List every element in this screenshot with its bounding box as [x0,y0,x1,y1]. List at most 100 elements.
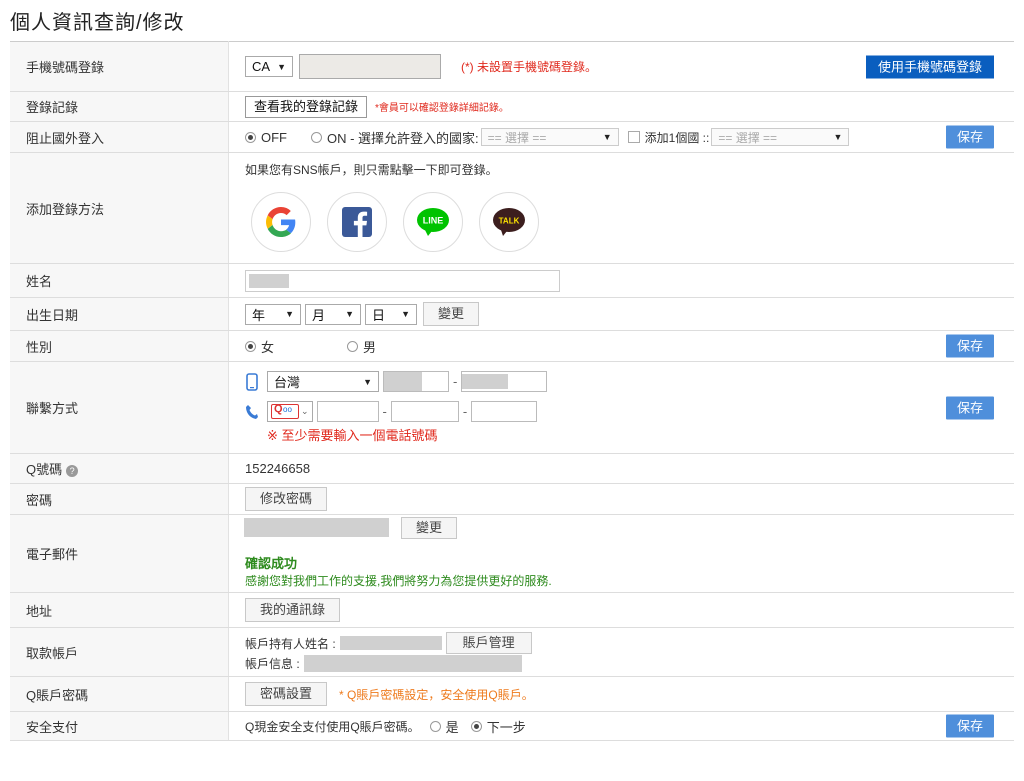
additional-country-select[interactable]: == 選擇 == ▼ [711,128,850,146]
phone-type-select[interactable]: Qoo ⌄ [267,401,313,422]
mobile-phone-icon [246,372,258,391]
label-name: 姓名 [10,263,229,298]
mobile-number-field[interactable] [461,371,548,392]
login-record-note: *會員可以確認登錄詳細記錄。 [375,103,509,114]
safe-pay-next-radio[interactable] [470,720,482,732]
birth-year-select[interactable]: 年 ▼ [245,303,301,325]
sns-icon-list: LINE TALK [245,191,1014,252]
row-birth-date: 出生日期 年 ▼ 月 ▼ 日 ▼ 變更 [10,297,1014,331]
label-address: 地址 [10,592,229,628]
sns-intro-text: 如果您有SNS帳戶，則只需點擊一下即可登錄。 [245,162,498,177]
account-management-button[interactable]: 賬戶管理 [445,632,532,654]
row-email: 電子郵件 變更 確認成功 感謝您對我們工作的支援,我們將努力為您提供更好的服務. [10,514,1014,593]
label-gender: 性別 [10,330,229,362]
profile-form-table: 手機號碼登錄 CA ▼ (*) 未設置手機號碼登錄。 使用手機號碼登錄 登錄記錄 … [10,41,1014,741]
phone-middle-input[interactable] [390,401,459,422]
mobile-number-input[interactable] [299,54,441,79]
phone-last-input[interactable] [471,401,538,422]
row-login-record: 登錄記錄 查看我的登錄記錄 *會員可以確認登錄詳細記錄。 [10,91,1014,122]
label-q-account-password: Q賬戶密碼 [10,676,229,712]
value-mobile-login: CA ▼ (*) 未設置手機號碼登錄。 使用手機號碼登錄 [228,41,1014,92]
save-safe-payment-button[interactable]: 保存 [945,714,994,738]
gender-male-label: 男 [363,339,377,355]
mobile-prefix-input[interactable] [383,371,449,392]
gender-female-radio[interactable] [245,340,256,352]
svg-text:TALK: TALK [499,216,520,225]
contact-country-select[interactable]: 台灣 ▼ [267,371,379,392]
gender-male-radio[interactable] [347,340,359,352]
safe-payment-text: Q現金安全支付使用Q賬戶密碼。 [245,719,420,734]
row-q-account-password: Q賬戶密碼 密碼設置 * Q賬戶密碼設定，安全使用Q賬戶。 [10,676,1014,712]
row-password: 密碼 修改密碼 [10,483,1014,515]
row-block-foreign: 阻止國外登入 OFF ON - 選擇允許登入的國家: == 選擇 == ▼ 添加1… [10,121,1014,153]
label-block-foreign: 阻止國外登入 [10,121,229,153]
name-input[interactable] [245,269,560,292]
my-address-book-button[interactable]: 我的通訊錄 [245,598,341,622]
change-birth-date-button[interactable]: 變更 [423,302,480,326]
row-safe-payment: 安全支付 Q現金安全支付使用Q賬戶密碼。 是 下一步 保存 [10,711,1014,741]
label-birth-date: 出生日期 [10,297,229,331]
block-on-label: ON - 選擇允許登入的國家: [327,130,479,146]
set-q-account-password-button[interactable]: 密碼設置 [245,682,328,706]
add-country-checkbox[interactable] [627,131,640,143]
facebook-icon[interactable] [327,191,387,252]
label-sns-login: 添加登錄方法 [10,152,229,264]
account-info-label: 帳戶信息 : [245,657,300,671]
svg-text:LINE: LINE [423,215,444,225]
row-q-number: Q號碼? 152246658 [10,453,1014,484]
label-contact: 聯繫方式 [10,361,229,454]
add-country-label: 添加1個國 :: [644,130,710,145]
use-mobile-login-button[interactable]: 使用手機號碼登錄 [865,55,994,78]
page-title: 個人資訊查詢/修改 [10,12,185,34]
change-email-button[interactable]: 變更 [401,516,458,539]
block-on-radio[interactable] [311,131,322,143]
label-mobile-login: 手機號碼登錄 [10,41,229,92]
line-icon[interactable]: LINE [403,191,463,252]
account-holder-label: 帳戶持有人姓名 : [245,636,336,651]
view-login-record-button[interactable]: 查看我的登錄記錄 [245,95,368,118]
row-sns-login: 添加登錄方法 如果您有SNS帳戶，則只需點擊一下即可登錄。 LINE TALK [10,152,1014,264]
save-contact-button[interactable]: 保存 [945,396,994,419]
birth-day-select[interactable]: 日 ▼ [365,303,417,325]
gender-female-label: 女 [261,339,275,355]
save-block-foreign-button[interactable]: 保存 [945,125,994,149]
allowed-country-select[interactable]: == 選擇 == ▼ [480,128,619,146]
safe-pay-yes-label: 是 [445,719,459,735]
email-thanks-text: 感謝您對我們工作的支援,我們將努力為您提供更好的服務. [245,573,552,588]
contact-hint: ※ 至少需要輸入一個電話號碼 [267,428,438,443]
birth-month-select[interactable]: 月 ▼ [305,303,361,325]
label-email: 電子郵件 [10,514,229,593]
q-account-password-note: * Q賬戶密碼設定，安全使用Q賬戶。 [339,687,534,702]
safe-pay-next-label: 下一步 [486,719,526,735]
email-redacted-value [244,518,389,537]
label-safe-payment: 安全支付 [10,711,229,741]
label-q-number: Q號碼? [10,453,229,484]
row-gender: 性別 女 男 保存 [10,330,1014,362]
mobile-login-warning: (*) 未設置手機號碼登錄。 [461,60,597,74]
safe-pay-yes-radio[interactable] [429,720,441,732]
label-password: 密碼 [10,483,229,515]
qoo10-logo-icon: Qoo [271,403,299,419]
label-payout-account: 取款帳戶 [10,627,229,677]
help-icon[interactable]: ? [66,464,79,477]
country-code-select[interactable]: CA ▼ [245,56,293,77]
email-confirmed-text: 確認成功 [245,555,298,571]
label-login-record: 登錄記錄 [10,91,229,122]
kakaotalk-icon[interactable]: TALK [479,191,539,252]
row-address: 地址 我的通訊錄 [10,592,1014,628]
q-number-value: 152246658 [228,453,1014,484]
row-name: 姓名 [10,263,1014,298]
change-password-button[interactable]: 修改密碼 [245,487,328,511]
account-info-redacted [303,655,522,672]
google-icon[interactable] [251,191,311,252]
account-holder-redacted [339,636,442,650]
name-redacted-value [249,273,289,288]
block-off-radio[interactable] [245,131,256,143]
row-mobile-login: 手機號碼登錄 CA ▼ (*) 未設置手機號碼登錄。 使用手機號碼登錄 [10,41,1014,92]
save-gender-button[interactable]: 保存 [945,334,994,358]
block-off-label: OFF [261,129,287,145]
phone-icon [246,404,258,419]
phone-area-input[interactable] [316,401,379,422]
row-contact: 聯繫方式 台灣 ▼ - Qoo ⌄ - - ※ 至少需要輸入一個電話號碼 保存 [10,361,1014,454]
row-payout-account: 取款帳戶 帳戶持有人姓名 : 賬戶管理 帳戶信息 : [10,627,1014,677]
